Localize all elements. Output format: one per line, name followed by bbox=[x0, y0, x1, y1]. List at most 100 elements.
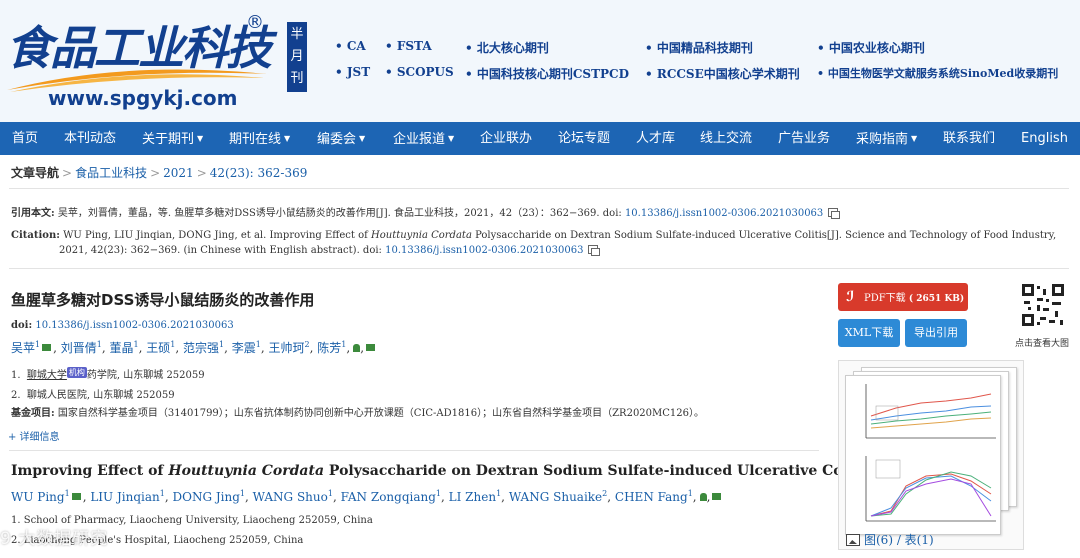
author-sup: 1 bbox=[96, 340, 102, 349]
nav-online-exchange[interactable]: 线上交流 bbox=[700, 122, 752, 155]
citation-doi-link[interactable]: 10.13386/j.issn1002-0306.2021030063 bbox=[385, 245, 583, 256]
author-link[interactable]: 吴苹 bbox=[11, 341, 35, 355]
journal-logo[interactable]: 食品工业科技 ® www.spgykj.com bbox=[0, 8, 275, 114]
author-sup: 1 bbox=[255, 340, 261, 349]
nav-contact[interactable]: 联系我们 bbox=[943, 122, 995, 155]
export-citation-button[interactable]: 导出引用 bbox=[905, 319, 967, 347]
author-link[interactable]: CHEN Fang bbox=[615, 490, 688, 504]
caret-down-icon: ▼ bbox=[448, 134, 455, 143]
author-link[interactable]: 范宗强 bbox=[183, 341, 219, 355]
author-link[interactable]: 陈芳 bbox=[317, 341, 341, 355]
author-link[interactable]: LI Zhen bbox=[449, 490, 496, 504]
author-sup: 1 bbox=[64, 489, 70, 498]
figure-preview[interactable] bbox=[838, 360, 1024, 550]
author-sup: 1 bbox=[496, 489, 502, 498]
author-link[interactable]: WANG Shuo bbox=[253, 490, 328, 504]
nav-enterprise-joint[interactable]: 企业联办 bbox=[480, 122, 532, 155]
nav-news[interactable]: 本刊动态 bbox=[64, 122, 116, 155]
nav-english[interactable]: English bbox=[1021, 122, 1068, 155]
funding: 基金项目: 国家自然科学基金项目（31401799）；山东省抗体制药协同创新中心… bbox=[11, 404, 704, 419]
mail-icon[interactable] bbox=[71, 493, 81, 500]
nav-purchase[interactable]: 采购指南 ▼ bbox=[856, 122, 917, 155]
frequency-char: 半 bbox=[290, 27, 304, 42]
index-item: 北大核心期刊 bbox=[465, 39, 549, 56]
author-link[interactable]: WANG Shuaike bbox=[509, 490, 602, 504]
nav-forum[interactable]: 论坛专题 bbox=[558, 122, 610, 155]
author-link[interactable]: WU Ping bbox=[11, 490, 65, 504]
nav-label: 企业报道 bbox=[393, 132, 446, 147]
copy-icon[interactable] bbox=[828, 208, 841, 219]
nav-ads[interactable]: 广告业务 bbox=[778, 122, 830, 155]
author-link[interactable]: 李震 bbox=[232, 341, 256, 355]
breadcrumb-issue[interactable]: 42(23): 362-369 bbox=[210, 166, 308, 180]
breadcrumb-separator: > bbox=[196, 166, 207, 180]
site-header: 食品工业科技 ® www.spgykj.com 半 月 刊 CA FSTA 北大… bbox=[0, 0, 1080, 122]
affiliation-num: 1. bbox=[11, 370, 21, 381]
nav-editorial[interactable]: 编委会 ▼ bbox=[317, 122, 365, 155]
divider bbox=[9, 450, 819, 451]
author-link[interactable]: 董晶 bbox=[110, 341, 134, 355]
author-link[interactable]: FAN Zongqiang bbox=[341, 490, 436, 504]
caret-down-icon: ▼ bbox=[197, 134, 204, 143]
image-icon bbox=[846, 534, 860, 546]
funding-label: 基金项目: bbox=[11, 408, 55, 419]
registered-mark: ® bbox=[246, 12, 264, 33]
author-sup: 1 bbox=[219, 340, 225, 349]
breadcrumb-journal[interactable]: 食品工业科技 bbox=[75, 166, 147, 180]
watermark: 9 大数据研究 bbox=[0, 529, 109, 549]
logo-url: www.spgykj.com bbox=[48, 86, 238, 110]
caret-down-icon: ▼ bbox=[284, 134, 291, 143]
affiliation-institution[interactable]: 聊城大学 bbox=[27, 370, 67, 381]
qr-code-icon[interactable] bbox=[1022, 284, 1064, 326]
citation-doi-link[interactable]: 10.13386/j.issn1002-0306.2021030063 bbox=[625, 208, 823, 219]
affiliation-num: 2. bbox=[11, 390, 21, 401]
frequency-char: 月 bbox=[290, 49, 304, 64]
copy-icon[interactable] bbox=[588, 245, 601, 256]
xml-download-button[interactable]: XML下载 bbox=[838, 319, 900, 347]
mail-icon[interactable] bbox=[712, 493, 722, 500]
index-item: JST bbox=[335, 65, 370, 79]
mail-icon[interactable] bbox=[366, 344, 376, 351]
institution-badge[interactable]: 机构 bbox=[66, 367, 87, 378]
details-toggle[interactable]: + 详细信息 bbox=[8, 428, 60, 443]
mail-icon[interactable] bbox=[42, 344, 52, 351]
author-link[interactable]: 王帅珂 bbox=[269, 341, 305, 355]
tables-link[interactable]: 表(1) bbox=[905, 533, 934, 547]
doi-link[interactable]: 10.13386/j.issn1002-0306.2021030063 bbox=[35, 320, 233, 331]
citation-text: WU Ping, LIU Jinqian, DONG Jing, et al. … bbox=[63, 230, 372, 241]
nav-online[interactable]: 期刊在线 ▼ bbox=[229, 122, 290, 155]
index-item: FSTA bbox=[385, 39, 432, 53]
index-item: CA bbox=[335, 39, 366, 53]
main-nav: 首页 本刊动态 关于期刊 ▼ 期刊在线 ▼ 编委会 ▼ 企业报道 ▼ 企业联办 论坛专题… bbox=[0, 122, 1080, 155]
breadcrumb-year[interactable]: 2021 bbox=[163, 166, 194, 180]
nav-about[interactable]: 关于期刊 ▼ bbox=[142, 122, 203, 155]
author-list-en: WU Ping1, LIU Jinqian1, DONG Jing1, WANG… bbox=[11, 489, 723, 504]
author-sup: 2 bbox=[304, 340, 310, 349]
index-item: SCOPUS bbox=[385, 65, 454, 79]
title-text: Polysaccharide on Dextran Sodium Sulfate… bbox=[324, 463, 873, 479]
figure-thumbnail-icon bbox=[865, 384, 996, 522]
citation-text: 吴苹，刘晋倩，董晶，等. 鱼腥草多糖对DSS诱导小鼠结肠炎的改善作用[J]. 食… bbox=[57, 208, 625, 219]
nav-talent[interactable]: 人才库 bbox=[636, 122, 675, 155]
figures-link[interactable]: 图(6) bbox=[864, 533, 893, 547]
author-link[interactable]: 王硕 bbox=[146, 341, 170, 355]
author-sup: 1 bbox=[435, 489, 442, 498]
pdf-download-button[interactable]: ℐ PDF下载 ( 2651 KB) bbox=[838, 283, 968, 311]
nav-home[interactable]: 首页 bbox=[12, 122, 38, 155]
frequency-char: 刊 bbox=[290, 71, 304, 86]
author-link[interactable]: 刘晋倩 bbox=[61, 341, 97, 355]
index-item: 中国科技核心期刊CSTPCD bbox=[465, 65, 629, 82]
nav-label: 期刊在线 bbox=[229, 132, 282, 147]
nav-label: 论坛专题 bbox=[558, 131, 611, 146]
funding-text: 国家自然科学基金项目（31401799）；山东省抗体制药协同创新中心开放课题（C… bbox=[57, 408, 705, 419]
article-title-en: Improving Effect of Houttuynia Cordata P… bbox=[11, 463, 873, 479]
pdf-label: PDF下载 bbox=[864, 293, 906, 304]
figures-tables-links: 图(6) / 表(1) bbox=[846, 531, 934, 548]
index-item: 中国农业核心期刊 bbox=[817, 39, 925, 56]
author-link[interactable]: DONG Jing bbox=[172, 490, 239, 504]
article-title-cn: 鱼腥草多糖对DSS诱导小鼠结肠炎的改善作用 bbox=[11, 291, 315, 309]
author-link[interactable]: LIU Jinqian bbox=[90, 490, 159, 504]
affiliation-cn: 2. 聊城人民医院, 山东聊城 252059 bbox=[11, 386, 175, 401]
index-item: 中国生物医学文献服务系统SinoMed收录期刊 bbox=[817, 65, 1058, 81]
nav-enterprise-report[interactable]: 企业报道 ▼ bbox=[393, 122, 454, 155]
